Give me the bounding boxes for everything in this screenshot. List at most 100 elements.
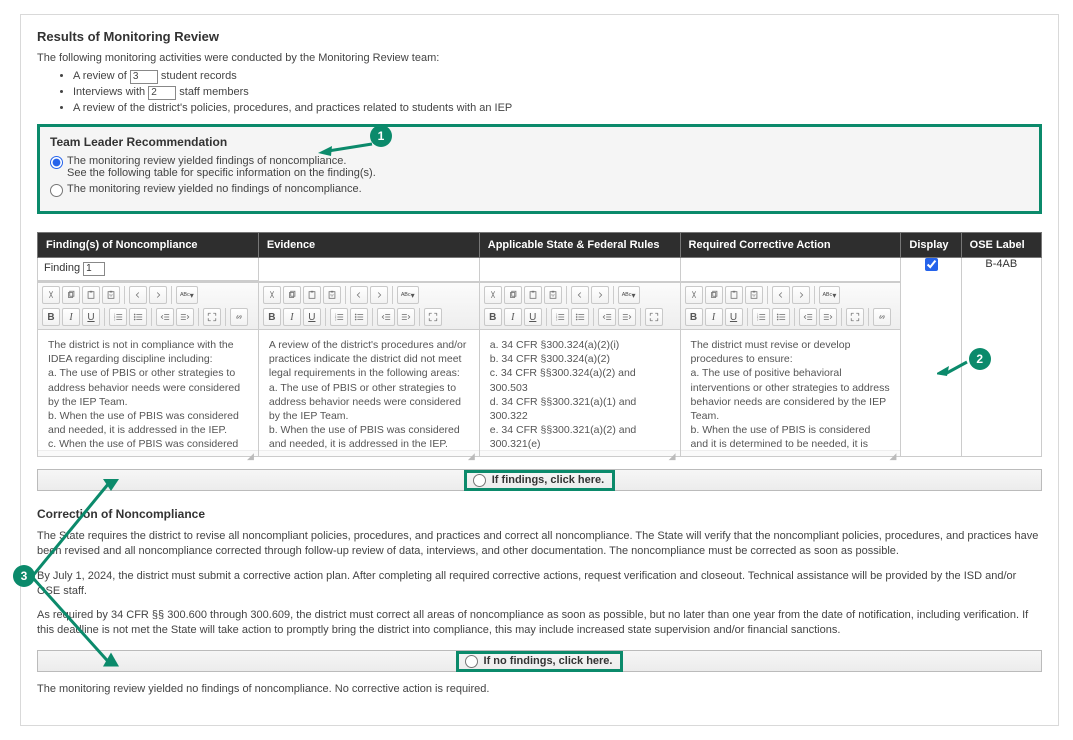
ordered-list-icon[interactable]: 123: [551, 308, 569, 326]
bold-button[interactable]: B: [484, 308, 502, 326]
redo-icon[interactable]: [370, 286, 388, 304]
outdent-icon[interactable]: [156, 308, 174, 326]
finding-number-input[interactable]: 1: [83, 262, 105, 276]
footer-text: The monitoring review yielded no finding…: [37, 682, 1042, 697]
cut-icon[interactable]: [263, 286, 281, 304]
spellcheck-icon[interactable]: ᴬᴮᶜ▾: [397, 286, 419, 304]
spellcheck-icon[interactable]: ᴬᴮᶜ▾: [618, 286, 640, 304]
unordered-list-icon[interactable]: [129, 308, 147, 326]
indent-icon[interactable]: [397, 308, 415, 326]
cut-icon[interactable]: [685, 286, 703, 304]
bold-button[interactable]: B: [263, 308, 281, 326]
toolbar-separator: [325, 308, 326, 326]
copy-icon[interactable]: [705, 286, 723, 304]
paste-word-icon[interactable]: W: [745, 286, 763, 304]
resize-handle[interactable]: ◢: [480, 450, 680, 456]
ordered-list-icon[interactable]: 123: [752, 308, 770, 326]
th-rules: Applicable State & Federal Rules: [479, 233, 680, 258]
editor-action[interactable]: Wᴬᴮᶜ▾ BIU 123 The district must revise or …: [681, 282, 901, 456]
th-evidence: Evidence: [258, 233, 479, 258]
unordered-list-icon[interactable]: [350, 308, 368, 326]
copy-icon[interactable]: [283, 286, 301, 304]
editor-body-action[interactable]: The district must revise or develop proc…: [681, 330, 901, 450]
underline-button[interactable]: U: [524, 308, 542, 326]
resize-handle[interactable]: ◢: [259, 450, 479, 456]
italic-button[interactable]: I: [705, 308, 723, 326]
toolbar-separator: [747, 308, 748, 326]
spellcheck-icon[interactable]: ᴬᴮᶜ▾: [819, 286, 841, 304]
editor-rules[interactable]: Wᴬᴮᶜ▾ BIU 123 a. 34 CFR §300.324(a)(2)(i)b…: [480, 282, 680, 456]
maximize-icon[interactable]: [846, 308, 864, 326]
underline-button[interactable]: U: [82, 308, 100, 326]
undo-icon[interactable]: [129, 286, 147, 304]
paste-word-icon[interactable]: W: [323, 286, 341, 304]
callout-arrow-1: [318, 136, 374, 156]
indent-icon[interactable]: [618, 308, 636, 326]
display-checkbox[interactable]: [925, 258, 938, 271]
ordered-list-icon[interactable]: 123: [330, 308, 348, 326]
undo-icon[interactable]: [772, 286, 790, 304]
paste-icon[interactable]: [303, 286, 321, 304]
student-records-input[interactable]: 3: [130, 70, 158, 84]
bold-button[interactable]: B: [42, 308, 60, 326]
svg-text:3: 3: [335, 318, 337, 321]
underline-button[interactable]: U: [725, 308, 743, 326]
list-item: A review of the district's policies, pro…: [73, 102, 1042, 114]
outdent-icon[interactable]: [598, 308, 616, 326]
radio-compliance[interactable]: [50, 184, 63, 197]
redo-icon[interactable]: [792, 286, 810, 304]
team-title: Team Leader Recommendation: [50, 135, 1029, 149]
toolbar-separator: [593, 308, 594, 326]
if-findings-bar[interactable]: If findings, click here.: [37, 469, 1042, 491]
editor-body-evidence[interactable]: A review of the district's procedures an…: [259, 330, 479, 450]
bold-button[interactable]: B: [685, 308, 703, 326]
redo-icon[interactable]: [149, 286, 167, 304]
unordered-list-icon[interactable]: [772, 308, 790, 326]
paste-word-icon[interactable]: W: [102, 286, 120, 304]
indent-icon[interactable]: [819, 308, 837, 326]
redo-icon[interactable]: [591, 286, 609, 304]
italic-button[interactable]: I: [62, 308, 80, 326]
editor-body-rules[interactable]: a. 34 CFR §300.324(a)(2)(i)b. 34 CFR §30…: [480, 330, 680, 450]
paste-word-icon[interactable]: W: [544, 286, 562, 304]
indent-icon[interactable]: [176, 308, 194, 326]
maximize-icon[interactable]: [203, 308, 221, 326]
if-findings-radio[interactable]: [473, 474, 486, 487]
toolbar-separator: [767, 286, 768, 304]
resize-handle[interactable]: ◢: [681, 450, 901, 456]
editor-body-findings[interactable]: The district is not in compliance with t…: [38, 330, 258, 450]
outdent-icon[interactable]: [377, 308, 395, 326]
maximize-icon[interactable]: [645, 308, 663, 326]
undo-icon[interactable]: [571, 286, 589, 304]
radio-noncompliance[interactable]: [50, 156, 63, 169]
ordered-list-icon[interactable]: 123: [109, 308, 127, 326]
undo-icon[interactable]: [350, 286, 368, 304]
copy-icon[interactable]: [504, 286, 522, 304]
italic-button[interactable]: I: [283, 308, 301, 326]
unordered-list-icon[interactable]: [571, 308, 589, 326]
paste-icon[interactable]: [725, 286, 743, 304]
cut-icon[interactable]: [484, 286, 502, 304]
if-no-findings-bar[interactable]: If no findings, click here.: [37, 650, 1042, 672]
spellcheck-icon[interactable]: ᴬᴮᶜ▾: [176, 286, 198, 304]
resize-handle[interactable]: ◢: [38, 450, 258, 456]
editor-findings[interactable]: Wᴬᴮᶜ▾ BIU 123 The district is not in compl…: [38, 282, 258, 456]
radio-option-noncompliance[interactable]: The monitoring review yielded findings o…: [50, 155, 1029, 179]
editor-evidence[interactable]: Wᴬᴮᶜ▾ BIU 123 A review of the district's p…: [259, 282, 479, 456]
if-no-findings-radio[interactable]: [465, 655, 478, 668]
link-icon[interactable]: [230, 308, 248, 326]
copy-icon[interactable]: [62, 286, 80, 304]
outdent-icon[interactable]: [799, 308, 817, 326]
cut-icon[interactable]: [42, 286, 60, 304]
paste-icon[interactable]: [524, 286, 542, 304]
th-action: Required Corrective Action: [680, 233, 901, 258]
link-icon[interactable]: [873, 308, 891, 326]
maximize-icon[interactable]: [424, 308, 442, 326]
radio1-line1: The monitoring review yielded findings o…: [67, 155, 346, 167]
underline-button[interactable]: U: [303, 308, 321, 326]
paste-icon[interactable]: [82, 286, 100, 304]
radio-option-compliance[interactable]: The monitoring review yielded no finding…: [50, 183, 1029, 197]
editor-toolbar: Wᴬᴮᶜ▾ BIU 123: [259, 283, 479, 330]
italic-button[interactable]: I: [504, 308, 522, 326]
staff-members-input[interactable]: 2: [148, 86, 176, 100]
